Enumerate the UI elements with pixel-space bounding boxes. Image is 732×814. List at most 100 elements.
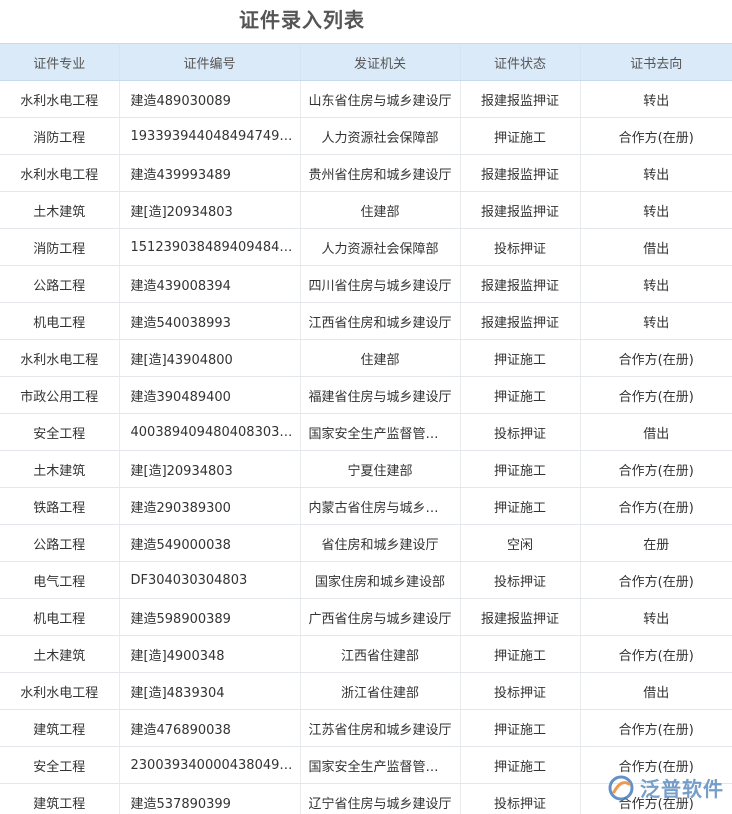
table-row[interactable]: 公路工程 建造549000038 省住房和城乡建设厅 空闲 在册: [0, 524, 732, 562]
cell-status: 押证施工: [460, 117, 581, 155]
cell-destination: 合作方(在册): [580, 635, 732, 673]
cell-status: 报建报监押证: [460, 191, 581, 229]
cell-number: 建造537890399: [119, 783, 301, 814]
table-row[interactable]: 建筑工程 建造476890038 江苏省住房和城乡建设厅 押证施工 合作方(在册): [0, 709, 732, 747]
cell-number: 建造439008394: [119, 265, 301, 303]
cell-destination: 转出: [580, 265, 732, 303]
cell-specialty: 电气工程: [0, 561, 120, 599]
cell-destination: 借出: [580, 672, 732, 710]
brand-watermark-text: 泛普软件: [640, 777, 724, 801]
cell-status: 报建报监押证: [460, 302, 581, 340]
cell-issuer: 省住房和城乡建设厅: [300, 524, 461, 562]
cell-destination: 合作方(在册): [580, 117, 732, 155]
cell-status: 投标押证: [460, 228, 581, 266]
table-row[interactable]: 电气工程 DF304030304803 国家住房和城乡建设部 投标押证 合作方(在册): [0, 561, 732, 599]
cell-specialty: 公路工程: [0, 524, 120, 562]
cell-destination: 转出: [580, 154, 732, 192]
cell-number: 建造290389300: [119, 487, 301, 525]
cell-destination: 合作方(在册): [580, 450, 732, 488]
table-row[interactable]: 水利水电工程 建[造]4839304 浙江省住建部 投标押证 借出: [0, 672, 732, 710]
cell-specialty: 水利水电工程: [0, 339, 120, 377]
table-row[interactable]: 水利水电工程 建造439993489 贵州省住房和城乡建设厅 报建报监押证 转出: [0, 154, 732, 192]
cell-number: 建造540038993: [119, 302, 301, 340]
table-row[interactable]: 机电工程 建造540038993 江西省住房和城乡建设厅 报建报监押证 转出: [0, 302, 732, 340]
cell-status: 押证施工: [460, 709, 581, 747]
table-row[interactable]: 土木建筑 建[造]4900348 江西省住建部 押证施工 合作方(在册): [0, 635, 732, 673]
cell-number: 建造439993489: [119, 154, 301, 192]
cell-destination: 转出: [580, 302, 732, 340]
cell-specialty: 消防工程: [0, 228, 120, 266]
table-row[interactable]: 铁路工程 建造290389300 内蒙古省住房与城乡建设厅 押证施工 合作方(在册): [0, 487, 732, 525]
table-row[interactable]: 公路工程 建造439008394 四川省住房与城乡建设厅 报建报监押证 转出: [0, 265, 732, 303]
column-header-destination[interactable]: 证书去向: [580, 43, 732, 81]
cell-issuer: 人力资源社会保障部: [300, 117, 461, 155]
table-row[interactable]: 安全工程40038940948040830348023国家安全生产监督管理总局投…: [0, 413, 732, 451]
cell-specialty: 建筑工程: [0, 709, 120, 747]
cell-number: 151239038489409484928: [119, 228, 301, 266]
cell-status: 押证施工: [460, 635, 581, 673]
table-row[interactable]: 水利水电工程 建造489030089 山东省住房与城乡建设厅 报建报监押证 转出: [0, 80, 732, 118]
cell-issuer: 浙江省住建部: [300, 672, 461, 710]
table-row[interactable]: 水利水电工程 建[造]43904800 住建部 押证施工 合作方(在册): [0, 339, 732, 377]
cell-issuer: 住建部: [300, 191, 461, 229]
cell-status: 押证施工: [460, 450, 581, 488]
cell-specialty: 安全工程: [0, 413, 120, 451]
cell-number: 40038940948040830348023: [119, 413, 301, 451]
cell-number: 建[造]20934803: [119, 191, 301, 229]
cell-issuer: 广西省住房与城乡建设厅: [300, 598, 461, 636]
cell-destination: 合作方(在册): [580, 561, 732, 599]
cell-number: 建[造]4839304: [119, 672, 301, 710]
cell-issuer: 宁夏住建部: [300, 450, 461, 488]
cell-specialty: 水利水电工程: [0, 672, 120, 710]
cell-issuer: 国家安全生产监督管理总局: [300, 413, 461, 451]
cell-specialty: 土木建筑: [0, 450, 120, 488]
cell-status: 报建报监押证: [460, 265, 581, 303]
certificate-table: 证件专业 证件编号 发证机关 证件状态 证书去向 水利水电工程 建造4890300…: [0, 43, 732, 814]
cell-issuer: 国家安全生产监督管理总局: [300, 746, 461, 784]
cell-status: 押证施工: [460, 376, 581, 414]
cell-status: 投标押证: [460, 561, 581, 599]
cell-destination: 合作方(在册): [580, 487, 732, 525]
table-row[interactable]: 土木建筑 建[造]20934803 住建部 报建报监押证 转出: [0, 191, 732, 229]
cell-number: 建[造]4900348: [119, 635, 301, 673]
table-row[interactable]: 市政公用工程 建造390489400 福建省住房与城乡建设厅 押证施工 合作方(在册): [0, 376, 732, 414]
cell-status: 报建报监押证: [460, 598, 581, 636]
cell-destination: 借出: [580, 228, 732, 266]
cell-status: 报建报监押证: [460, 154, 581, 192]
cell-number: 建造476890038: [119, 709, 301, 747]
cell-specialty: 水利水电工程: [0, 80, 120, 118]
cell-number: 2300393400004380494038: [119, 746, 301, 784]
table-row[interactable]: 土木建筑 建[造]20934803 宁夏住建部 押证施工 合作方(在册): [0, 450, 732, 488]
cell-status: 押证施工: [460, 487, 581, 525]
column-header-issuer[interactable]: 发证机关: [300, 43, 461, 81]
cell-number: 建造390489400: [119, 376, 301, 414]
table-row[interactable]: 消防工程 193393944048494749483 人力资源社会保障部 押证施工 合作…: [0, 117, 732, 155]
cell-status: 投标押证: [460, 413, 581, 451]
cell-specialty: 消防工程: [0, 117, 120, 155]
cell-specialty: 机电工程: [0, 598, 120, 636]
table-row[interactable]: 消防工程 151239038489409484928 人力资源社会保障部 投标押证 借出: [0, 228, 732, 266]
cell-number: 193393944048494749483: [119, 117, 301, 155]
cell-status: 空闲: [460, 524, 581, 562]
cell-status: 报建报监押证: [460, 80, 581, 118]
cell-specialty: 公路工程: [0, 265, 120, 303]
cell-specialty: 安全工程: [0, 746, 120, 784]
page-title: 证件录入列表: [239, 8, 365, 32]
column-header-specialty[interactable]: 证件专业: [0, 43, 120, 81]
cell-issuer: 山东省住房与城乡建设厅: [300, 80, 461, 118]
cell-number: 建造598900389: [119, 598, 301, 636]
table-header-row: 证件专业 证件编号 发证机关 证件状态 证书去向: [0, 43, 732, 81]
column-header-status[interactable]: 证件状态: [460, 43, 581, 81]
cell-issuer: 辽宁省住房与城乡建设厅: [300, 783, 461, 814]
cell-status: 押证施工: [460, 746, 581, 784]
cell-specialty: 土木建筑: [0, 191, 120, 229]
cell-status: 投标押证: [460, 672, 581, 710]
cell-number: 建[造]20934803: [119, 450, 301, 488]
cell-issuer: 江苏省住房和城乡建设厅: [300, 709, 461, 747]
cell-issuer: 江西省住建部: [300, 635, 461, 673]
table-row[interactable]: 机电工程 建造598900389 广西省住房与城乡建设厅 报建报监押证 转出: [0, 598, 732, 636]
cell-specialty: 水利水电工程: [0, 154, 120, 192]
cell-number: 建[造]43904800: [119, 339, 301, 377]
column-header-number[interactable]: 证件编号: [119, 43, 301, 81]
cell-issuer: 贵州省住房和城乡建设厅: [300, 154, 461, 192]
